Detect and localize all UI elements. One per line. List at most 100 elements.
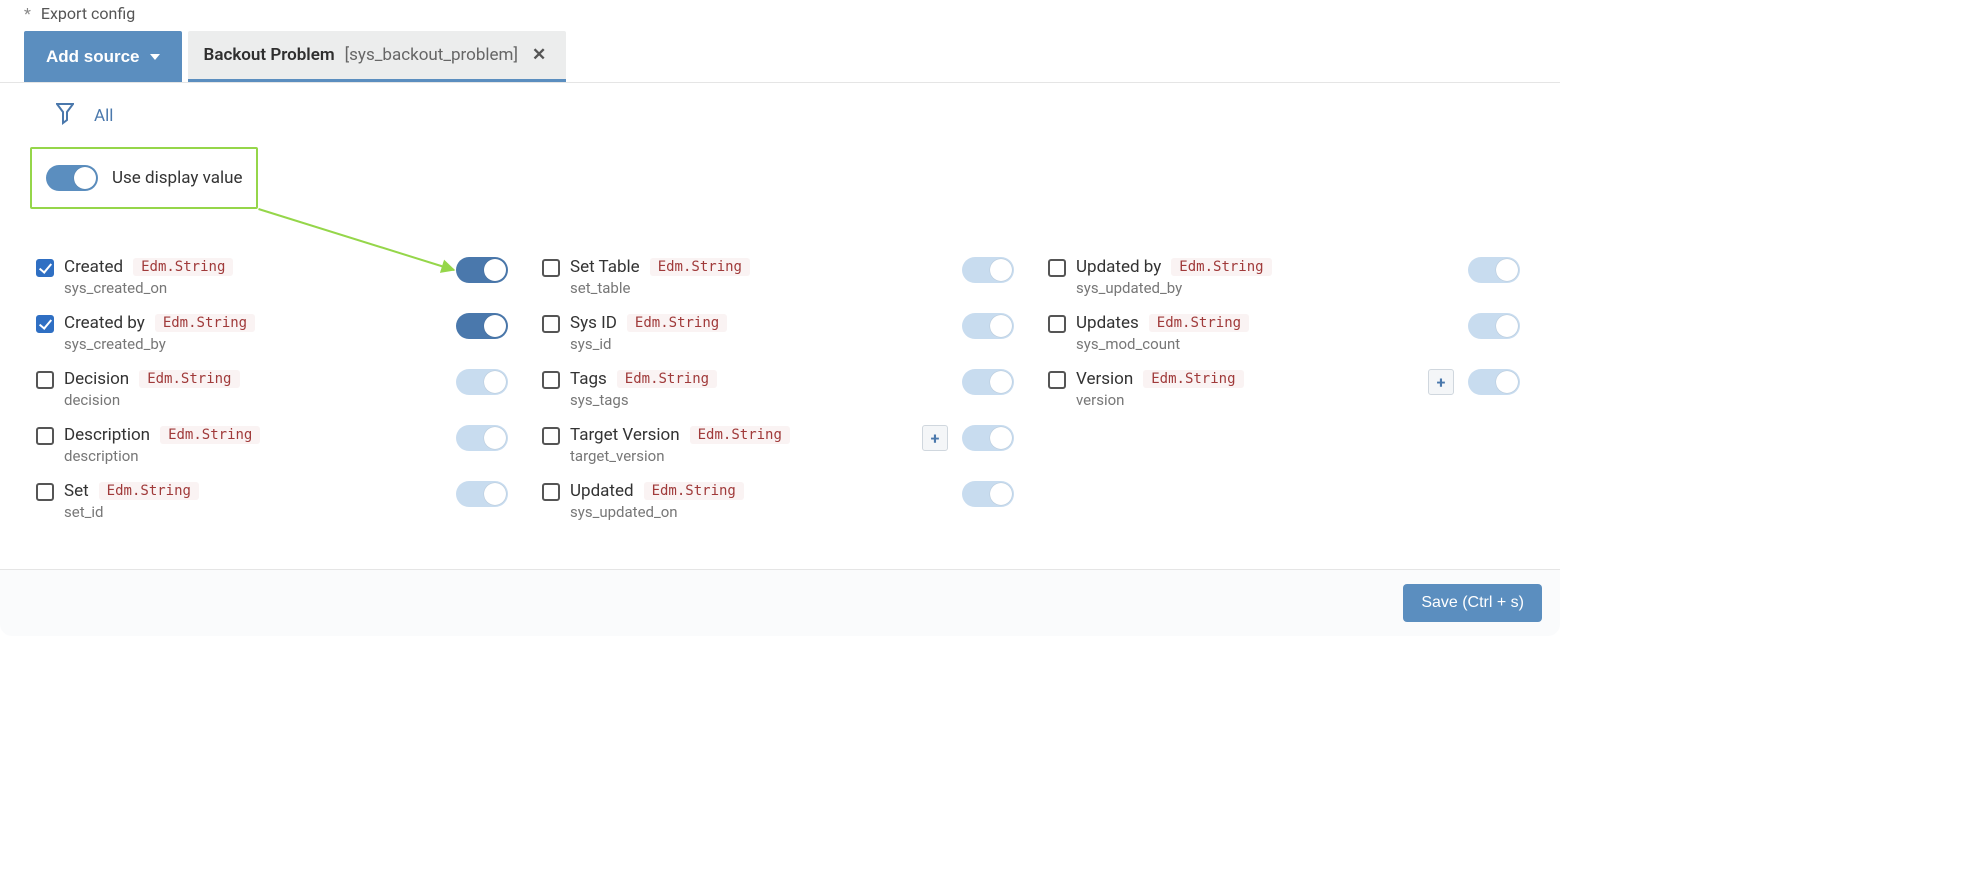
type-badge: Edm.String: [155, 314, 255, 332]
row-right: [456, 313, 512, 339]
field-checkbox[interactable]: [542, 259, 560, 277]
field-label: Tags: [570, 369, 607, 389]
field-display-value-toggle[interactable]: [1468, 313, 1520, 339]
type-badge: Edm.String: [99, 482, 199, 500]
field-technical-name: set_table: [570, 279, 952, 297]
field-row: VersionEdm.Stringversion+: [1048, 361, 1524, 417]
field-display-value-toggle[interactable]: [456, 369, 508, 395]
row-right: [1468, 257, 1524, 283]
field-technical-name: sys_id: [570, 335, 952, 353]
type-badge: Edm.String: [160, 426, 260, 444]
field-display-value-toggle[interactable]: [962, 425, 1014, 451]
field-main: Set Edm.String set_id: [64, 481, 446, 521]
field-row: Updated by Edm.String sys_updated_by: [1048, 249, 1524, 305]
field-display-value-toggle[interactable]: [456, 313, 508, 339]
field-technical-name: sys_updated_by: [1076, 279, 1458, 297]
field-row: Target VersionEdm.Stringtarget_version +: [542, 417, 1018, 473]
field-columns: CreatedEdm.Stringsys_created_onCreated b…: [0, 249, 1560, 569]
type-badge: Edm.String: [627, 314, 727, 332]
field-checkbox[interactable]: [542, 371, 560, 389]
field-display-value-toggle[interactable]: [456, 257, 508, 283]
type-badge: Edm.String: [690, 426, 790, 444]
tab-backout-problem[interactable]: Backout Problem [sys_backout_problem] ✕: [188, 31, 567, 82]
field-label: Set: [64, 481, 89, 501]
field-checkbox[interactable]: [36, 371, 54, 389]
field-label: Created: [64, 257, 123, 277]
row-right: [962, 257, 1018, 283]
field-main: Created byEdm.Stringsys_created_by: [64, 313, 446, 353]
tab-name: Backout Problem: [204, 45, 335, 65]
field-checkbox[interactable]: [542, 315, 560, 333]
field-checkbox[interactable]: [1048, 371, 1066, 389]
use-display-value-box: Use display value: [30, 147, 258, 209]
field-row: Set Table Edm.String set_table: [542, 249, 1018, 305]
field-checkbox[interactable]: [36, 315, 54, 333]
type-badge: Edm.String: [650, 258, 750, 276]
field-display-value-toggle[interactable]: [1468, 369, 1520, 395]
filter-icon[interactable]: [56, 103, 74, 129]
field-checkbox[interactable]: [36, 259, 54, 277]
row-right: [456, 425, 512, 451]
type-badge: Edm.String: [1143, 370, 1243, 388]
field-row: Set Edm.String set_id: [36, 473, 512, 529]
filter-all-link[interactable]: All: [94, 106, 113, 126]
field-display-value-toggle[interactable]: [962, 313, 1014, 339]
field-label: Updated by: [1076, 257, 1161, 277]
field-checkbox[interactable]: [542, 427, 560, 445]
field-row: Updated Edm.String sys_updated_on: [542, 473, 1018, 529]
field-label: Updated: [570, 481, 634, 501]
use-display-value-label: Use display value: [112, 168, 242, 188]
required-asterisk: *: [24, 4, 31, 23]
row-right: [1468, 313, 1524, 339]
field-display-value-toggle[interactable]: [962, 481, 1014, 507]
field-row: Tags Edm.String sys_tags: [542, 361, 1018, 417]
field-checkbox[interactable]: [36, 427, 54, 445]
row-right: [962, 369, 1018, 395]
field-checkbox[interactable]: [36, 483, 54, 501]
field-label: Version: [1076, 369, 1133, 389]
use-display-value-toggle[interactable]: [46, 165, 98, 191]
field-label: Set Table: [570, 257, 640, 277]
row-right: [456, 369, 512, 395]
field-label: Sys ID: [570, 313, 617, 333]
close-icon[interactable]: ✕: [528, 45, 550, 65]
field-technical-name: sys_created_on: [64, 279, 446, 297]
footer: Save (Ctrl + s): [0, 569, 1560, 636]
field-checkbox[interactable]: [542, 483, 560, 501]
field-main: VersionEdm.Stringversion: [1076, 369, 1418, 409]
add-source-label: Add source: [46, 47, 140, 67]
tab-row: Add source Backout Problem [sys_backout_…: [0, 31, 1560, 83]
row-right: [962, 481, 1018, 507]
export-config-panel: * Export config Add source Backout Probl…: [0, 0, 1560, 636]
field-main: Updated Edm.String sys_updated_on: [570, 481, 952, 521]
type-badge: Edm.String: [644, 482, 744, 500]
field-display-value-toggle[interactable]: [962, 257, 1014, 283]
row-right: [456, 257, 512, 283]
field-checkbox[interactable]: [1048, 315, 1066, 333]
field-main: DescriptionEdm.Stringdescription: [64, 425, 446, 465]
field-technical-name: sys_updated_on: [570, 503, 952, 521]
add-source-button[interactable]: Add source: [24, 31, 182, 82]
type-badge: Edm.String: [1171, 258, 1271, 276]
field-row: CreatedEdm.Stringsys_created_on: [36, 249, 512, 305]
field-display-value-toggle[interactable]: [456, 425, 508, 451]
field-main: Target VersionEdm.Stringtarget_version: [570, 425, 912, 465]
field-label: Updates: [1076, 313, 1139, 333]
field-display-value-toggle[interactable]: [456, 481, 508, 507]
field-checkbox[interactable]: [1048, 259, 1066, 277]
field-display-value-toggle[interactable]: [962, 369, 1014, 395]
field-technical-name: decision: [64, 391, 446, 409]
field-main: Tags Edm.String sys_tags: [570, 369, 952, 409]
expand-button[interactable]: +: [1428, 369, 1454, 395]
field-main: CreatedEdm.Stringsys_created_on: [64, 257, 446, 297]
field-technical-name: set_id: [64, 503, 446, 521]
type-badge: Edm.String: [617, 370, 717, 388]
field-main: Set Table Edm.String set_table: [570, 257, 952, 297]
field-technical-name: sys_tags: [570, 391, 952, 409]
expand-button[interactable]: +: [922, 425, 948, 451]
field-display-value-toggle[interactable]: [1468, 257, 1520, 283]
type-badge: Edm.String: [1149, 314, 1249, 332]
field-label: Created by: [64, 313, 145, 333]
field-technical-name: description: [64, 447, 446, 465]
save-button[interactable]: Save (Ctrl + s): [1403, 584, 1542, 622]
